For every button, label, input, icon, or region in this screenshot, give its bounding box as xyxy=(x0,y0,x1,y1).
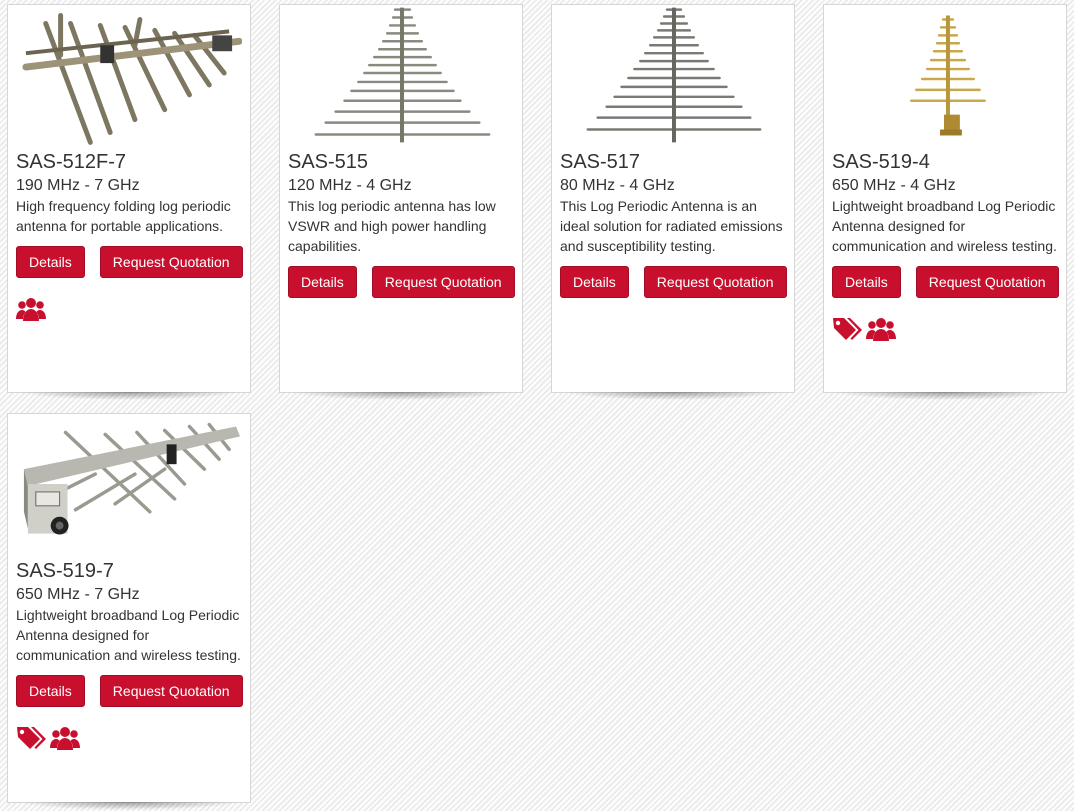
details-button[interactable]: Details xyxy=(288,266,357,298)
product-title[interactable]: SAS-519-7 xyxy=(16,559,242,583)
frequency-range: 650 MHz - 4 GHz xyxy=(832,177,956,194)
request-quotation-button[interactable]: Request Quotation xyxy=(99,246,243,278)
frequency-range: 80 MHz - 4 GHz xyxy=(560,177,675,194)
product-image[interactable] xyxy=(560,5,786,145)
request-quotation-button[interactable]: Request Quotation xyxy=(371,266,515,298)
product-card: SAS-519-4 650 MHz - 4 GHz Lightweight br… xyxy=(823,4,1067,400)
frequency-range: 650 MHz - 7 GHz xyxy=(16,586,140,603)
product-description: This Log Periodic Antenna is an ideal so… xyxy=(560,198,783,254)
product-title[interactable]: SAS-512F-7 xyxy=(16,150,242,174)
product-title[interactable]: SAS-515 xyxy=(288,150,514,174)
users-icon[interactable] xyxy=(50,723,80,753)
product-description: High frequency folding log periodic ante… xyxy=(16,198,231,234)
request-quotation-button[interactable]: Request Quotation xyxy=(915,266,1059,298)
product-image[interactable] xyxy=(16,414,242,554)
product-title[interactable]: SAS-517 xyxy=(560,150,786,174)
product-description: This log periodic antenna has low VSWR a… xyxy=(288,198,496,254)
product-title[interactable]: SAS-519-4 xyxy=(832,150,1058,174)
product-card: SAS-519-7 650 MHz - 7 GHz Lightweight br… xyxy=(7,413,251,810)
users-icon[interactable] xyxy=(16,294,46,324)
details-button[interactable]: Details xyxy=(16,675,85,707)
product-description: Lightweight broadband Log Periodic Anten… xyxy=(16,607,241,663)
product-description: Lightweight broadband Log Periodic Anten… xyxy=(832,198,1057,254)
details-button[interactable]: Details xyxy=(832,266,901,298)
tags-icon[interactable] xyxy=(832,314,862,344)
product-card: SAS-512F-7 190 MHz - 7 GHz High frequenc… xyxy=(7,4,251,400)
details-button[interactable]: Details xyxy=(560,266,629,298)
request-quotation-button[interactable]: Request Quotation xyxy=(643,266,787,298)
details-button[interactable]: Details xyxy=(16,246,85,278)
request-quotation-button[interactable]: Request Quotation xyxy=(99,675,243,707)
users-icon[interactable] xyxy=(866,314,896,344)
product-card: SAS-517 80 MHz - 4 GHz This Log Periodic… xyxy=(551,4,795,400)
product-card: SAS-515 120 MHz - 4 GHz This log periodi… xyxy=(279,4,523,400)
frequency-range: 120 MHz - 4 GHz xyxy=(288,177,412,194)
product-image[interactable] xyxy=(288,5,514,145)
tags-icon[interactable] xyxy=(16,723,46,753)
product-image[interactable] xyxy=(16,5,242,145)
product-image[interactable] xyxy=(832,5,1058,145)
frequency-range: 190 MHz - 7 GHz xyxy=(16,177,140,194)
